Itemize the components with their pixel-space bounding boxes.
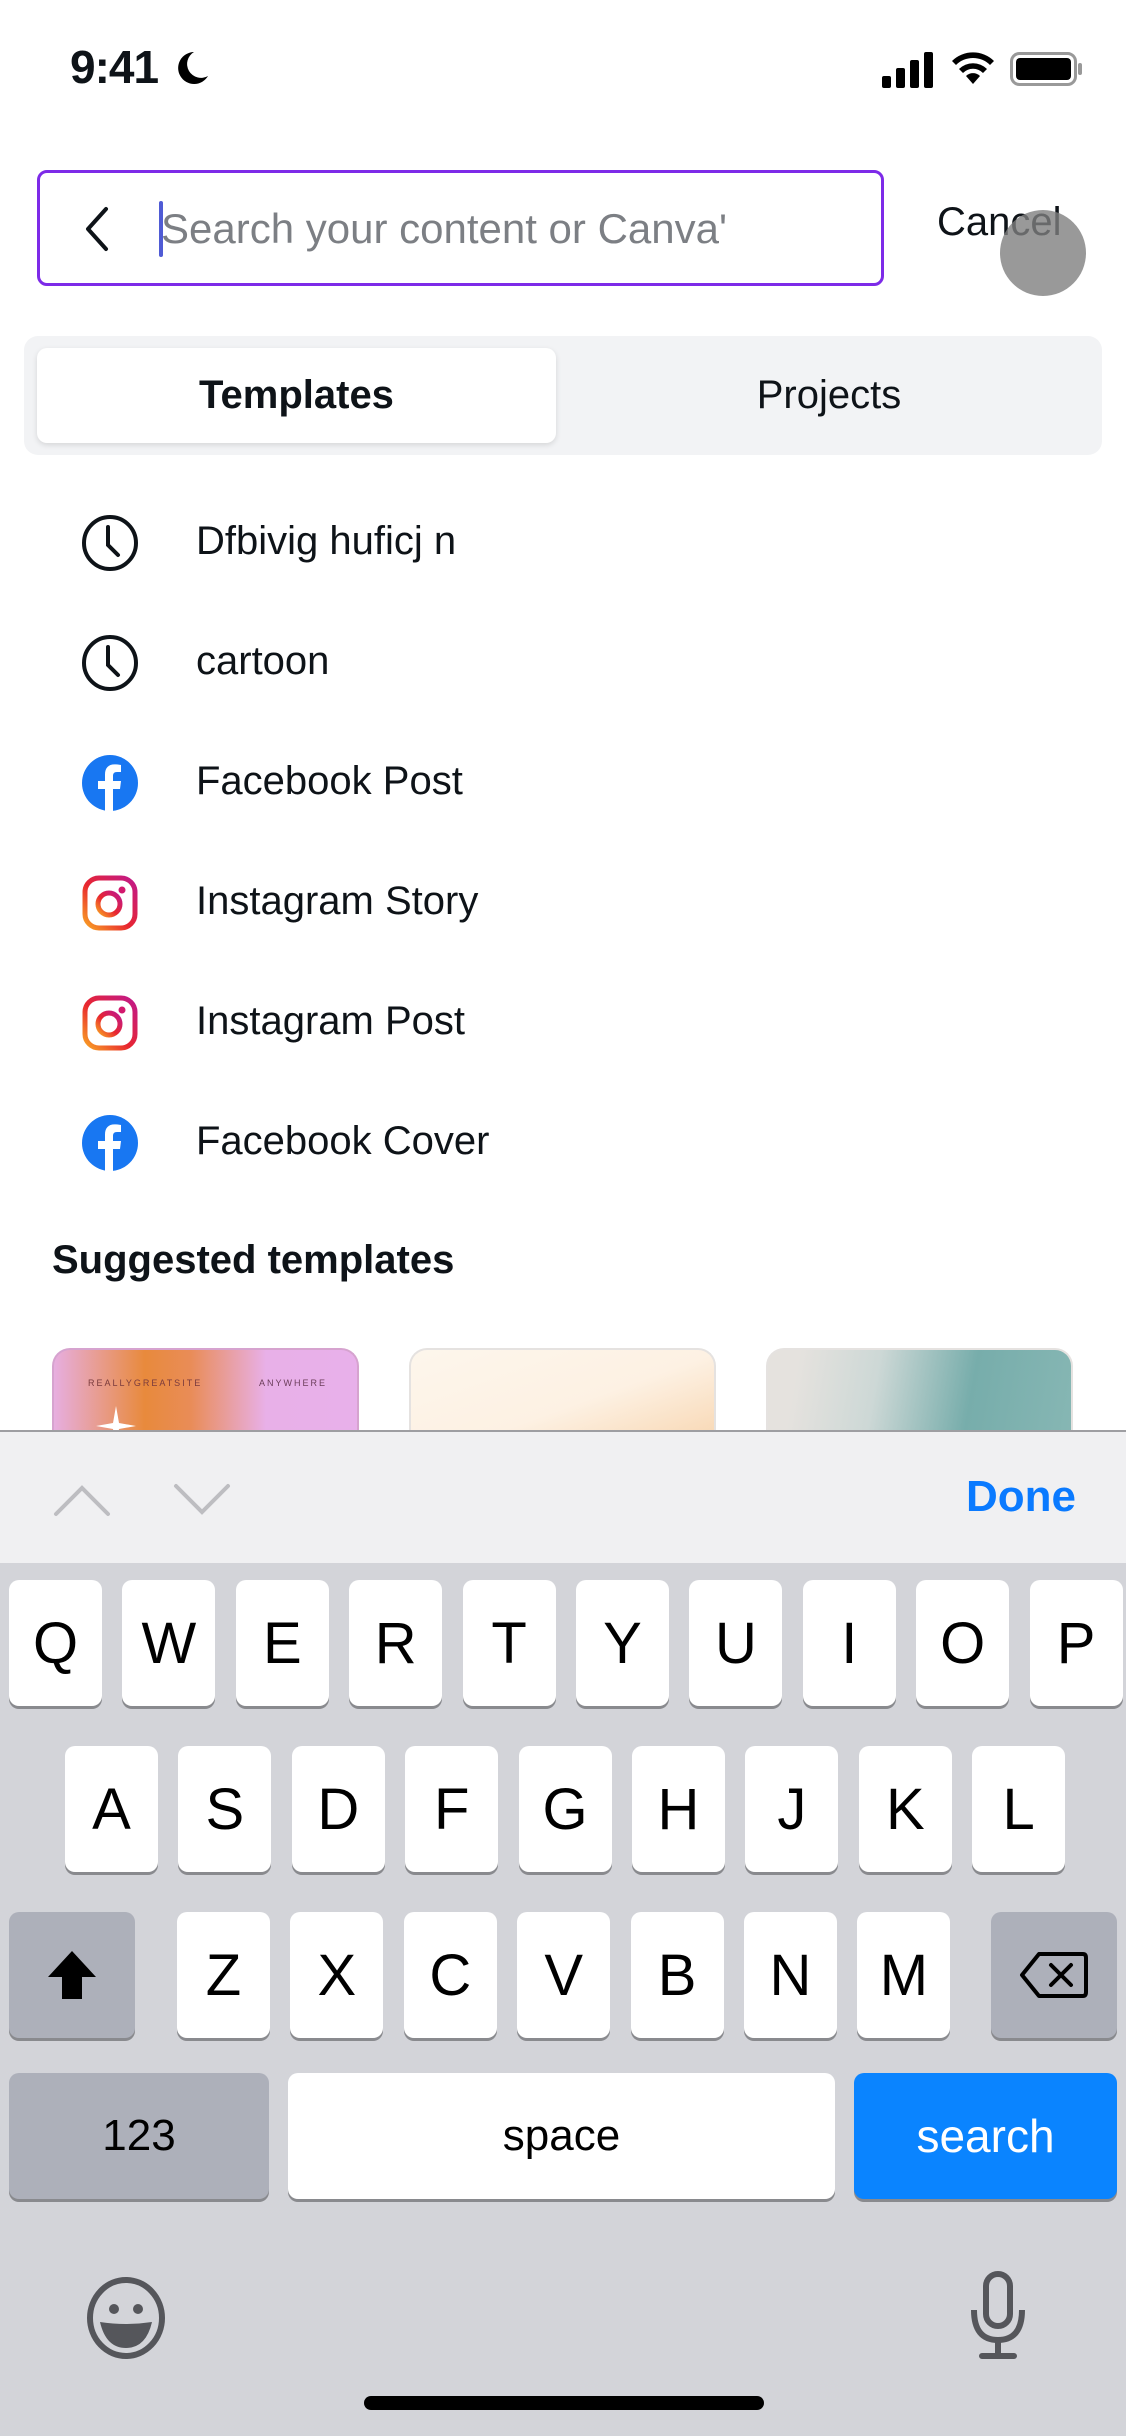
space-key[interactable]: space (288, 2073, 835, 2199)
key-h[interactable]: H (632, 1746, 725, 1872)
list-item-label: cartoon (196, 639, 330, 683)
delete-key[interactable] (991, 1912, 1117, 2038)
instagram-icon (82, 875, 138, 931)
list-item-label: Instagram Story (196, 879, 479, 923)
battery-icon (1010, 52, 1082, 86)
key-x[interactable]: X (290, 1912, 384, 2038)
search-key[interactable]: search (854, 2073, 1117, 2199)
status-bar: 9:41 (0, 0, 1126, 130)
key-v[interactable]: V (517, 1912, 611, 2038)
list-item-label: Dfbivig huficj n (196, 519, 457, 563)
key-j[interactable]: J (745, 1746, 839, 1872)
wifi-icon (952, 52, 994, 84)
recent-search-item[interactable]: cartoon (0, 603, 1126, 723)
key-t[interactable]: T (462, 1580, 556, 1706)
key-y[interactable]: Y (576, 1580, 669, 1706)
done-button[interactable]: Done (966, 1472, 1076, 1522)
suggested-templates-heading: Suggested templates (52, 1238, 455, 1282)
design-type-item[interactable]: Facebook Cover (0, 1083, 1126, 1203)
facebook-icon (82, 1115, 138, 1171)
key-w[interactable]: W (122, 1580, 216, 1706)
key-q[interactable]: Q (9, 1580, 102, 1706)
key-c[interactable]: C (403, 1912, 497, 2038)
template-card-text: ANYWHERE (258, 1378, 327, 1388)
search-input[interactable] (161, 193, 861, 265)
status-time: 9:41 (70, 41, 159, 93)
key-i[interactable]: I (802, 1580, 896, 1706)
touch-indicator (1000, 210, 1086, 296)
clock-icon (82, 515, 138, 571)
shift-key[interactable] (9, 1912, 135, 2038)
key-l[interactable]: L (972, 1746, 1066, 1872)
key-g[interactable]: G (518, 1746, 612, 1872)
key-s[interactable]: S (178, 1746, 272, 1872)
key-u[interactable]: U (689, 1580, 783, 1706)
key-r[interactable]: R (349, 1580, 443, 1706)
facebook-icon (82, 755, 138, 811)
recent-search-item[interactable]: Dfbivig huficj n (0, 483, 1126, 603)
list-item-label: Instagram Post (196, 999, 466, 1043)
key-p[interactable]: P (1029, 1580, 1123, 1706)
key-k[interactable]: K (858, 1746, 952, 1872)
key-a[interactable]: A (65, 1746, 158, 1872)
home-indicator (364, 2396, 764, 2410)
keyboard-accessory-bar: Done (0, 1430, 1126, 1563)
design-type-item[interactable]: Instagram Story (0, 843, 1126, 963)
key-b[interactable]: B (630, 1912, 724, 2038)
tab-templates[interactable]: Templates (37, 348, 556, 443)
numbers-key[interactable]: 123 (9, 2073, 269, 2199)
search-bar (37, 170, 884, 286)
chevron-up-icon[interactable] (52, 1482, 112, 1518)
moon-icon (178, 52, 208, 84)
key-o[interactable]: O (916, 1580, 1010, 1706)
back-chevron-icon[interactable] (80, 205, 116, 253)
key-d[interactable]: D (291, 1746, 385, 1872)
microphone-icon[interactable] (968, 2270, 1028, 2362)
emoji-icon[interactable] (84, 2276, 168, 2360)
signal-icon (882, 52, 933, 88)
chevron-down-icon[interactable] (172, 1482, 232, 1518)
key-e[interactable]: E (235, 1580, 329, 1706)
suggestion-list: Dfbivig huficj n cartoon Facebook Post I… (0, 483, 1126, 1203)
template-card-text: REALLYGREATSITE (88, 1378, 203, 1388)
instagram-icon (82, 995, 138, 1051)
key-n[interactable]: N (744, 1912, 837, 2038)
clock-icon (82, 635, 138, 691)
search-scope-tabs: Templates Projects (24, 336, 1102, 455)
design-type-item[interactable]: Instagram Post (0, 963, 1126, 1083)
key-z[interactable]: Z (177, 1912, 270, 2038)
key-m[interactable]: M (857, 1912, 951, 2038)
design-type-item[interactable]: Facebook Post (0, 723, 1126, 843)
shift-icon (48, 1951, 96, 1999)
backspace-icon (1020, 1952, 1088, 1998)
list-item-label: Facebook Cover (196, 1119, 490, 1163)
list-item-label: Facebook Post (196, 759, 463, 803)
tab-projects[interactable]: Projects (569, 348, 1089, 443)
key-f[interactable]: F (405, 1746, 499, 1872)
